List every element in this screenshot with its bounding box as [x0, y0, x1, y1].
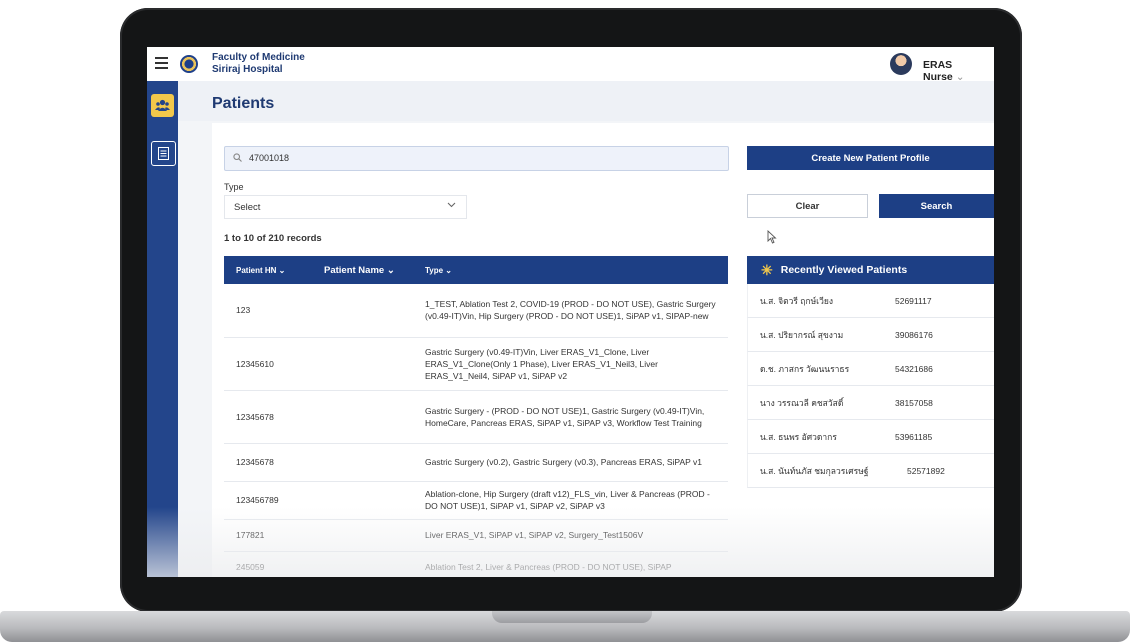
- clear-button[interactable]: Clear: [747, 194, 868, 218]
- recent-patient-row[interactable]: น.ส. ธนพร อัศวดากร 53961185: [747, 420, 994, 454]
- table-row[interactable]: 123456789 Ablation-clone, Hip Surgery (d…: [224, 481, 728, 520]
- recent-patient-hn: 39086176: [895, 329, 933, 340]
- org-line-1: Faculty of Medicine: [212, 52, 305, 63]
- patient-hn: 123: [224, 284, 413, 338]
- recent-patient-name: น.ส. จิตวรี ฤกษ์เวียง: [760, 295, 833, 306]
- org-line-2: Siriraj Hospital: [212, 64, 283, 75]
- column-header-name[interactable]: Patient Name ⌄: [312, 256, 413, 284]
- patient-hn: 245059: [224, 551, 413, 577]
- search-button[interactable]: Search: [879, 194, 994, 218]
- recently-viewed-title: Recently Viewed Patients: [780, 264, 908, 276]
- table-header-row: Patient HN ⌄ Patient Name ⌄ Type ⌄: [224, 256, 728, 284]
- top-bar: Faculty of Medicine Siriraj Hospital ERA…: [147, 47, 994, 83]
- medical-star-icon: ✳: [761, 261, 773, 278]
- recent-patient-name: นาง วรรณวลี คชสวัสดิ์: [760, 397, 844, 408]
- app-screen: Faculty of Medicine Siriraj Hospital ERA…: [147, 47, 994, 577]
- patient-hn: 12345610: [224, 337, 413, 391]
- patient-hn: 123456789: [224, 481, 413, 520]
- type-label: Type: [224, 182, 244, 192]
- patient-type: Ablation-clone, Hip Surgery (draft v12)_…: [413, 481, 728, 520]
- recent-patient-hn: 38157058: [895, 397, 933, 408]
- recent-patient-row[interactable]: น.ส. จิตวรี ฤกษ์เวียง 52691117: [747, 284, 994, 318]
- mouse-cursor-icon: [767, 229, 777, 247]
- table-row[interactable]: 12345610 Gastric Surgery (v0.49-IT)Vin, …: [224, 337, 728, 391]
- patient-hn: 12345678: [224, 443, 413, 482]
- organization-name: Faculty of Medicine Siriraj Hospital: [212, 52, 305, 76]
- recent-patient-row[interactable]: น.ส. ปริยากรณ์ สุขงาม 39086176: [747, 318, 994, 352]
- recent-patient-hn: 52691117: [895, 295, 932, 306]
- recent-patient-name: น.ส. ธนพร อัศวดากร: [760, 431, 837, 442]
- patient-type: Gastric Surgery (v0.2), Gastric Surgery …: [413, 443, 728, 482]
- user-avatar[interactable]: [890, 53, 912, 75]
- patient-type: Liver ERAS_V1, SiPAP v1, SiPAP v2, Surge…: [413, 519, 728, 552]
- search-icon: [233, 153, 242, 165]
- patient-type: Gastric Surgery (v0.49-IT)Vin, Liver ERA…: [413, 337, 728, 391]
- patients-table: Patient HN ⌄ Patient Name ⌄ Type ⌄ 123 1…: [224, 256, 728, 577]
- recent-patient-row[interactable]: นาง วรรณวลี คชสวัสดิ์ 38157058: [747, 386, 994, 420]
- hamburger-menu-icon[interactable]: [155, 57, 168, 69]
- recent-patient-hn: 54321686: [895, 363, 933, 374]
- patient-type: Ablation Test 2, Liver & Pancreas (PROD …: [413, 551, 728, 577]
- recent-patient-name: น.ส. นันท์นภัส ชมกุลวรเศรษฐ์: [760, 465, 869, 476]
- laptop-notch: [492, 611, 652, 623]
- page-title: Patients: [212, 95, 275, 112]
- user-name: ERAS Nurse: [923, 59, 953, 83]
- hospital-logo: [180, 55, 198, 73]
- recent-patient-hn: 52571892: [907, 465, 945, 476]
- recent-patient-name: ด.ช. ภาสกร วัฒนนราธร: [760, 363, 850, 374]
- search-input[interactable]: 47001018: [224, 146, 729, 171]
- sidebar-item-documents[interactable]: [151, 141, 176, 166]
- patient-hn: 177821: [224, 519, 413, 552]
- users-icon: [155, 99, 170, 111]
- recent-patient-hn: 53961185: [895, 431, 933, 442]
- recent-patient-row[interactable]: น.ส. นันท์นภัส ชมกุลวรเศรษฐ์ 52571892: [747, 454, 994, 488]
- sidebar: [147, 81, 178, 577]
- document-icon: [158, 147, 169, 160]
- create-patient-button[interactable]: Create New Patient Profile: [747, 146, 994, 170]
- user-menu[interactable]: ERAS Nurse ⌄: [923, 59, 994, 83]
- patient-type: 1_TEST, Ablation Test 2, COVID-19 (PROD …: [413, 284, 728, 338]
- table-row[interactable]: 12345678 Gastric Surgery - (PROD - DO NO…: [224, 390, 728, 444]
- chevron-down-icon: [447, 200, 456, 211]
- records-count: 1 to 10 of 210 records: [224, 233, 322, 244]
- patient-hn: 12345678: [224, 390, 413, 444]
- title-bar: [178, 81, 994, 121]
- recently-viewed-header: ✳ Recently Viewed Patients: [747, 256, 994, 284]
- recent-patient-name: น.ส. ปริยากรณ์ สุขงาม: [760, 329, 844, 340]
- type-select[interactable]: Select: [224, 195, 467, 219]
- column-header-type[interactable]: Type ⌄: [413, 256, 728, 284]
- recent-patient-row[interactable]: ด.ช. ภาสกร วัฒนนราธร 54321686: [747, 352, 994, 386]
- table-row[interactable]: 245059 Ablation Test 2, Liver & Pancreas…: [224, 551, 728, 577]
- column-header-hn[interactable]: Patient HN ⌄: [224, 256, 312, 284]
- recently-viewed-panel: ✳ Recently Viewed Patients น.ส. จิตวรี ฤ…: [747, 256, 994, 488]
- patient-type: Gastric Surgery - (PROD - DO NOT USE)1, …: [413, 390, 728, 444]
- sidebar-item-patients[interactable]: [151, 94, 174, 117]
- table-row[interactable]: 12345678 Gastric Surgery (v0.2), Gastric…: [224, 443, 728, 482]
- table-row[interactable]: 123 1_TEST, Ablation Test 2, COVID-19 (P…: [224, 284, 728, 338]
- table-row[interactable]: 177821 Liver ERAS_V1, SiPAP v1, SiPAP v2…: [224, 519, 728, 552]
- search-input-value: 47001018: [249, 153, 290, 163]
- type-select-value: Select: [234, 202, 261, 213]
